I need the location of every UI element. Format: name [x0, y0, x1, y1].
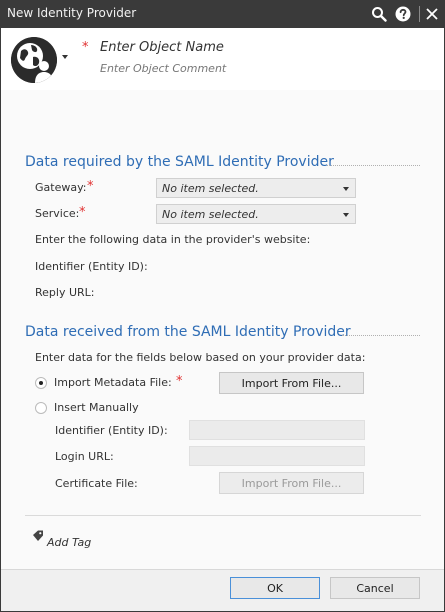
- manual-identifier-label: Identifier (Entity ID):: [55, 424, 168, 437]
- provider-website-instruction: Enter the following data in the provider…: [35, 233, 311, 246]
- reply-url-label: Reply URL:: [35, 286, 95, 299]
- section-title-received: Data received from the SAML Identity Pro…: [25, 324, 351, 340]
- provider-data-instruction: Enter data for the fields below based on…: [35, 351, 366, 364]
- help-icon[interactable]: [394, 5, 412, 23]
- gateway-select-value: No item selected.: [162, 182, 259, 195]
- required-indicator: *: [79, 205, 86, 220]
- manual-identifier-input[interactable]: [189, 420, 365, 440]
- search-icon[interactable]: [370, 5, 388, 23]
- tags-divider: [25, 515, 421, 516]
- object-header: * Enter Object Name Enter Object Comment: [1, 28, 444, 90]
- chevron-down-icon: [343, 187, 349, 191]
- title-bar: New Identity Provider: [0, 0, 445, 28]
- gateway-label: Gateway:: [35, 181, 87, 194]
- section-divider: [342, 335, 420, 336]
- add-tag-link[interactable]: Add Tag: [47, 536, 91, 549]
- required-indicator: *: [87, 179, 94, 194]
- required-indicator: *: [176, 374, 183, 389]
- insert-manually-label: Insert Manually: [54, 401, 139, 414]
- titlebar-separator: [419, 6, 420, 22]
- required-indicator: *: [82, 40, 89, 55]
- window-title: New Identity Provider: [7, 6, 137, 20]
- identity-provider-icon[interactable]: [11, 37, 57, 83]
- ok-button[interactable]: OK: [230, 577, 320, 599]
- chevron-down-icon[interactable]: [62, 55, 68, 59]
- object-name-input[interactable]: Enter Object Name: [100, 40, 224, 55]
- section-divider: [327, 165, 420, 166]
- insert-manually-radio[interactable]: [35, 402, 47, 414]
- dialog-footer: OK Cancel: [1, 569, 444, 611]
- close-icon[interactable]: [423, 5, 441, 23]
- chevron-down-icon: [343, 213, 349, 217]
- object-comment-input[interactable]: Enter Object Comment: [100, 62, 226, 75]
- service-label: Service:: [35, 207, 80, 220]
- import-metadata-radio[interactable]: [35, 377, 47, 389]
- login-url-label: Login URL:: [55, 450, 114, 463]
- dialog-window: New Identity Provider * Enter Object Nam…: [0, 0, 445, 612]
- import-from-file-button[interactable]: Import From File...: [219, 372, 364, 394]
- service-select[interactable]: No item selected.: [156, 204, 356, 224]
- login-url-input[interactable]: [189, 446, 365, 466]
- certificate-file-label: Certificate File:: [55, 477, 138, 490]
- service-select-value: No item selected.: [162, 208, 259, 221]
- section-title-required: Data required by the SAML Identity Provi…: [25, 154, 334, 170]
- import-metadata-label: Import Metadata File:: [54, 376, 172, 389]
- identifier-label: Identifier (Entity ID):: [35, 260, 148, 273]
- gateway-select[interactable]: No item selected.: [156, 178, 356, 198]
- tag-icon[interactable]: [32, 530, 44, 545]
- certificate-import-button[interactable]: Import From File...: [219, 472, 364, 494]
- form-content: Data required by the SAML Identity Provi…: [1, 90, 444, 569]
- cancel-button[interactable]: Cancel: [330, 577, 420, 599]
